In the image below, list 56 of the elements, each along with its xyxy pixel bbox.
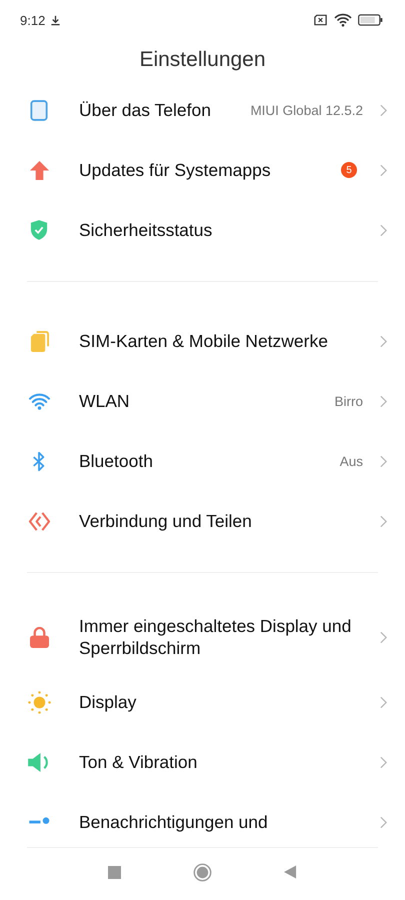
settings-item[interactable]: Benachrichtigungen und [0,792,405,847]
item-label: Display [79,691,138,714]
item-label: Bluetooth [79,450,154,473]
wifi-icon [334,13,352,27]
bluetooth-icon [32,450,46,472]
item-value: MIUI Global 12.5.2 [250,102,363,118]
share-diamond-icon [28,510,50,532]
item-label: Verbindung und Teilen [79,510,253,533]
recents-icon[interactable] [108,866,121,878]
sun-icon [28,690,50,714]
settings-item[interactable]: WLAN Birro [0,371,405,431]
chevron-right-icon [380,224,387,236]
item-label: Benachrichtigungen und [79,811,269,834]
settings-item[interactable]: Display [0,672,405,732]
back-icon[interactable] [284,865,297,879]
settings-item[interactable]: Immer eingeschaltetes Display und Sperrbildschirm [0,602,405,672]
item-label: Über das Telefon [79,99,212,122]
chevron-right-icon [380,756,387,768]
chevron-right-icon [380,454,387,468]
item-label: Updates für Systemapps [79,159,272,182]
speaker-icon [28,752,50,772]
page-title: Einstellungen [138,47,267,73]
chevron-right-icon [380,104,387,116]
phone-icon [30,98,48,122]
settings-item[interactable]: SIM-Karten & Mobile Netzwerke [0,311,405,371]
update-count-badge: 5 [341,162,357,178]
item-label: WLAN [79,390,131,413]
battery-icon [358,14,383,26]
shield-check-icon [30,220,48,240]
settings-item[interactable]: Sicherheitsstatus [0,200,405,260]
item-label: Ton & Vibration [79,751,198,774]
item-label: Sicherheitsstatus [79,219,214,242]
item-label: SIM-Karten & Mobile Netzwerke [79,330,329,353]
no-sim-icon [313,14,328,26]
up-arrow-icon [30,160,48,180]
item-value: Aus [340,454,363,468]
chevron-right-icon [380,816,387,828]
download-icon [50,14,62,26]
settings-item[interactable]: Updates für Systemapps 5 [0,140,405,200]
settings-item[interactable]: Bluetooth Aus [0,431,405,491]
chevron-right-icon [380,394,387,408]
home-icon[interactable] [193,862,212,882]
chevron-right-icon [380,630,387,644]
settings-item[interactable]: Ton & Vibration [0,732,405,792]
chevron-right-icon [380,334,387,348]
chevron-right-icon [380,696,387,708]
settings-item[interactable]: Verbindung und Teilen [0,491,405,551]
wifi-icon [28,392,50,410]
sim-cards-icon [30,330,48,352]
clock-time: 9:12 [20,12,46,28]
chevron-right-icon [380,514,387,528]
lock-icon [30,626,48,648]
item-value: Birro [334,394,363,408]
chevron-right-icon [380,164,387,176]
item-label: Immer eingeschaltetes Display und Sperrbildschirm [79,615,352,660]
settings-item[interactable]: Über das Telefon MIUI Global 12.5.2 [0,80,405,140]
